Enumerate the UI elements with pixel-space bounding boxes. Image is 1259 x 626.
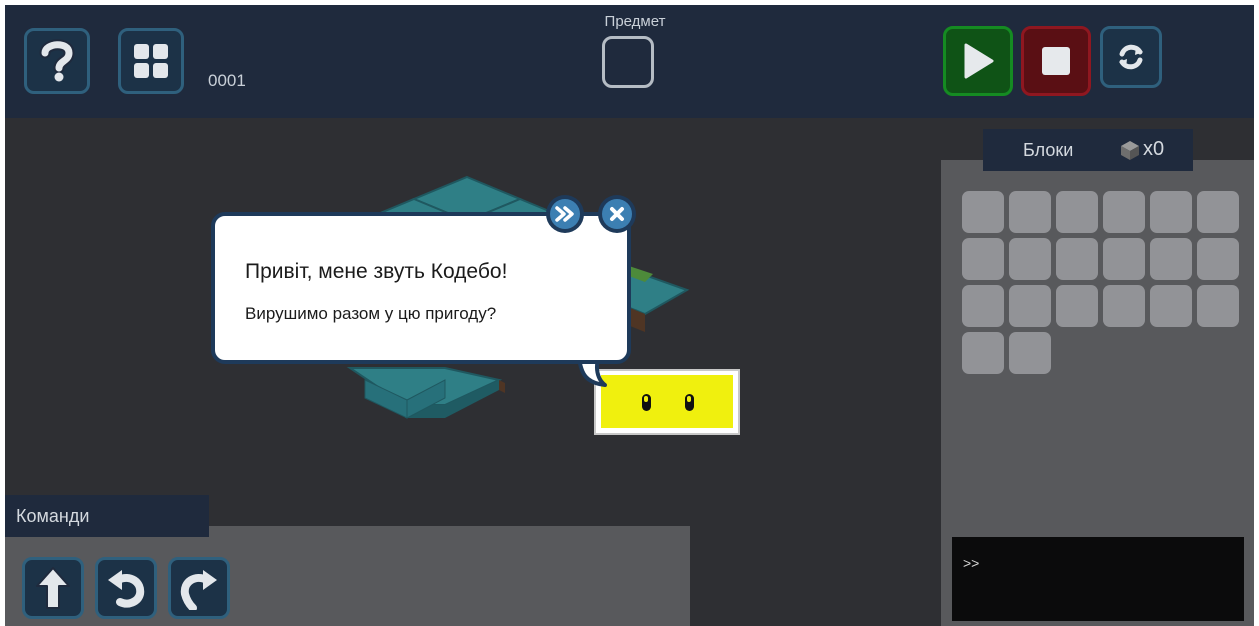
floor-tile-right — [624, 266, 690, 332]
close-icon — [610, 207, 624, 221]
item-label: Предмет — [604, 13, 666, 30]
block-slot[interactable] — [1197, 191, 1239, 233]
dialog-text: Вирушимо разом у цю пригоду? — [245, 304, 497, 323]
rotate-left-icon — [108, 570, 145, 608]
game-window: 0001 Предмет Привіт, мене звуть Кодебо! … — [5, 5, 1254, 626]
floor-tiles-front — [346, 367, 505, 419]
refresh-icon — [1119, 44, 1143, 70]
console-output: >> — [952, 537, 1244, 621]
block-slot[interactable] — [1150, 285, 1192, 327]
stop-icon — [1042, 47, 1070, 75]
blocks-count: x0 — [1143, 138, 1165, 160]
question-icon — [39, 39, 75, 82]
levels-button[interactable] — [118, 28, 184, 94]
block-slot[interactable] — [1103, 238, 1145, 280]
blocks-tab: Блоки x0 — [983, 129, 1193, 171]
reset-button[interactable] — [1100, 26, 1162, 88]
commands-tab: Команди — [5, 495, 209, 537]
block-slot[interactable] — [962, 238, 1004, 280]
block-slot[interactable] — [1009, 191, 1051, 233]
speech-bubble: Привіт, мене звуть Кодебо! Вирушимо разо… — [211, 212, 631, 364]
dialog-next-button[interactable] — [546, 195, 584, 233]
block-slot[interactable] — [962, 285, 1004, 327]
block-slot[interactable] — [1103, 285, 1145, 327]
block-slot[interactable] — [1056, 238, 1098, 280]
block-slot[interactable] — [1056, 191, 1098, 233]
blocks-title: Блоки — [1023, 140, 1074, 160]
level-number: 0001 — [208, 71, 246, 90]
command-turn-right[interactable] — [168, 557, 230, 619]
block-slots-grid — [962, 191, 1242, 374]
block-slot[interactable] — [1197, 285, 1239, 327]
command-turn-left[interactable] — [95, 557, 157, 619]
cube-icon — [1121, 141, 1139, 160]
block-slot[interactable] — [1009, 285, 1051, 327]
console-prompt: >> — [963, 555, 980, 571]
item-slot — [602, 36, 654, 88]
grid-icon — [134, 44, 168, 78]
block-slot[interactable] — [1009, 238, 1051, 280]
dialog-title: Привіт, мене звуть Кодебо! — [245, 260, 508, 283]
block-slot[interactable] — [1150, 191, 1192, 233]
block-slot[interactable] — [962, 332, 1004, 374]
dialog-close-button[interactable] — [598, 195, 636, 233]
run-button[interactable] — [943, 26, 1013, 96]
block-slot[interactable] — [962, 191, 1004, 233]
top-toolbar: 0001 Предмет — [5, 5, 1254, 118]
block-slot[interactable] — [1056, 285, 1098, 327]
block-slot[interactable] — [1150, 238, 1192, 280]
commands-title: Команди — [16, 506, 90, 526]
arrow-up-icon — [36, 567, 70, 609]
double-chevron-right-icon — [555, 206, 574, 222]
stop-button[interactable] — [1021, 26, 1091, 96]
block-slot[interactable] — [1103, 191, 1145, 233]
help-button[interactable] — [24, 28, 90, 94]
block-slot[interactable] — [1197, 238, 1239, 280]
rotate-right-icon — [180, 570, 217, 610]
play-icon — [964, 43, 994, 79]
command-move-forward[interactable] — [22, 557, 84, 619]
block-slot[interactable] — [1009, 332, 1051, 374]
